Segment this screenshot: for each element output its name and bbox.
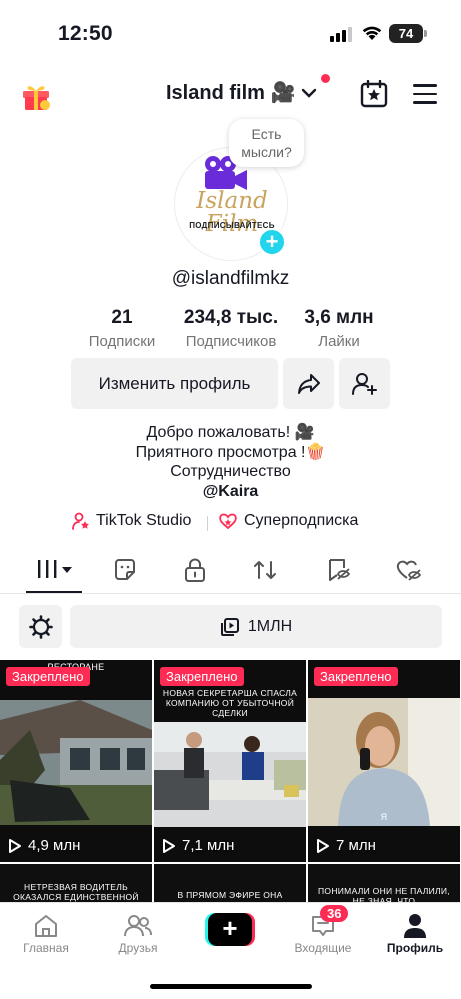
notification-dot [321, 74, 331, 83]
inbox-count-badge: 36 [320, 905, 349, 922]
bio-line: Приятного просмотра !🍿 [135, 443, 326, 461]
views-filter-label: 1МЛН [247, 617, 293, 635]
play-icon [163, 838, 175, 853]
tab-liked[interactable] [395, 557, 423, 588]
super-subscription-icon [219, 513, 237, 530]
house-scene-image [0, 660, 152, 862]
video-thumbnail[interactable]: НОВАЯ СЕКРЕТАРША СПАСЛА КОМПАНИЮ ОТ УБЫТ… [154, 660, 306, 862]
active-tab-indicator [26, 591, 82, 593]
calendar-star-icon[interactable] [360, 80, 388, 108]
tab-reposts[interactable] [252, 557, 278, 588]
nav-friends-label: Друзья [118, 941, 158, 955]
video-thumbnail[interactable]: В ПРЯМОМ ЭФИРЕ ОНА УЗНАЕТ, ЧТО У ЕЕ [154, 864, 306, 904]
views-filter-button[interactable]: 1МЛН [70, 605, 442, 648]
wifi-icon [362, 26, 382, 40]
plus-icon: + [208, 913, 252, 946]
profile-bio: Добро пожаловать! 🎥 Приятного просмотра … [0, 423, 461, 501]
cellular-signal-icon [330, 26, 352, 42]
create-button[interactable]: + [205, 913, 255, 946]
nav-home[interactable]: Главная [6, 911, 86, 955]
nav-friends[interactable]: Друзья [98, 911, 178, 955]
pinned-badge: Закреплено [160, 667, 244, 686]
super-subscription-label: Суперподписка [244, 512, 359, 529]
thought-bubble[interactable]: Есть мысли? [229, 119, 304, 167]
bio-line: Добро пожаловать! 🎥 [146, 424, 315, 441]
view-count: 7 млн [316, 837, 376, 854]
bookmark-hidden-icon [329, 559, 351, 581]
home-icon [35, 915, 57, 937]
profile-handle: @islandfilmkz [171, 268, 290, 289]
studio-person-icon [72, 512, 89, 530]
view-count: 7,1 млн [162, 837, 234, 854]
video-thumbnail[interactable]: ПОНИМАЛИ ОНИ НЕ ПАЛИЛИ, НЕ ЗНАЯ, ЧТО [308, 864, 460, 904]
sticker-icon [115, 559, 135, 580]
videos-grid-icon [38, 560, 72, 578]
account-switcher[interactable]: Island film 🎥 [166, 74, 331, 105]
view-count: 4,9 млн [8, 837, 80, 854]
tab-favorites[interactable] [325, 557, 351, 588]
stat-label: Лайки [318, 333, 360, 350]
pinned-badge: Закреплено [6, 667, 90, 686]
friends-icon [124, 915, 152, 937]
repost-icon [254, 561, 276, 579]
view-count-value: 7,1 млн [182, 837, 235, 854]
video-caption: НОВАЯ СЕКРЕТАРША СПАСЛА КОМПАНИЮ ОТ УБЫТ… [162, 688, 298, 718]
settings-gear-icon [28, 614, 53, 639]
video-thumbnail[interactable]: Я Закреплено 7 млн [308, 660, 460, 862]
play-icon [317, 838, 329, 853]
home-indicator [150, 984, 312, 989]
stat-likes[interactable]: 3,6 млн Лайки [296, 307, 382, 350]
view-count-value: 7 млн [336, 837, 376, 854]
video-caption: Я [380, 812, 388, 822]
status-time: 12:50 [58, 22, 113, 45]
tab-videos[interactable] [36, 557, 74, 586]
share-arrow-icon [297, 373, 320, 394]
pinned-badge: Закреплено [314, 667, 398, 686]
nav-profile[interactable]: Профиль [375, 911, 455, 955]
stat-label: Подписки [88, 333, 156, 350]
video-thumbnail[interactable]: РЕСТОРАНЕ Закреплено 4,9 млн [0, 660, 152, 862]
battery-tip [424, 30, 427, 37]
account-name: Island film 🎥 [166, 82, 296, 104]
add-friend-button[interactable] [339, 358, 390, 409]
stat-value: 3,6 млн [304, 307, 374, 328]
battery-indicator: 74 [389, 24, 423, 43]
profile-icon [404, 914, 426, 938]
woman-on-phone-image [308, 660, 460, 862]
play-icon [9, 838, 21, 853]
heart-hidden-icon [396, 560, 422, 581]
stat-value: 234,8 тыс. [183, 307, 279, 328]
bio-line: Сотрудничество [170, 463, 291, 480]
menu-icon[interactable] [413, 84, 437, 110]
view-count-value: 4,9 млн [28, 837, 81, 854]
video-caption: НЕТРЕЗВАЯ ВОДИТЕЛЬ ОКАЗАЛСЯ ЕДИНСТВЕННОЙ… [13, 882, 139, 904]
super-subscription-link[interactable]: Суперподписка [218, 512, 358, 530]
content-tabs [0, 550, 461, 594]
edit-profile-button[interactable]: Изменить профиль [71, 358, 278, 409]
add-story-button[interactable]: + [258, 228, 286, 256]
stat-value: 21 [111, 307, 133, 328]
link-divider [207, 516, 208, 531]
play-stack-icon [220, 617, 239, 636]
share-profile-button[interactable] [283, 358, 334, 409]
tab-private[interactable] [183, 557, 207, 588]
stat-label: Подписчиков [185, 333, 277, 350]
status-bar: 12:50 74 [0, 0, 461, 62]
lock-icon [185, 558, 205, 582]
nav-home-label: Главная [23, 941, 69, 955]
tiktok-studio-link[interactable]: TikTok Studio [72, 512, 191, 530]
stat-followers[interactable]: 234,8 тыс. Подписчиков [174, 307, 288, 350]
nav-inbox-label: Входящие [294, 941, 352, 955]
chevron-down-icon [302, 88, 317, 98]
profile-links: TikTok Studio Суперподписка [0, 512, 461, 536]
video-thumbnail[interactable]: НЕТРЕЗВАЯ ВОДИТЕЛЬ ОКАЗАЛСЯ ЕДИНСТВЕННОЙ… [0, 864, 152, 904]
add-user-icon [351, 372, 377, 395]
bio-mention-link[interactable]: @Kaira [0, 482, 461, 502]
gift-icon[interactable] [20, 80, 52, 112]
stat-following[interactable]: 21 Подписки [84, 307, 160, 350]
nav-profile-label: Профиль [386, 941, 444, 955]
sort-settings-button[interactable] [19, 605, 62, 648]
tiktok-studio-label: TikTok Studio [96, 512, 192, 529]
tab-stickers[interactable] [112, 557, 138, 588]
